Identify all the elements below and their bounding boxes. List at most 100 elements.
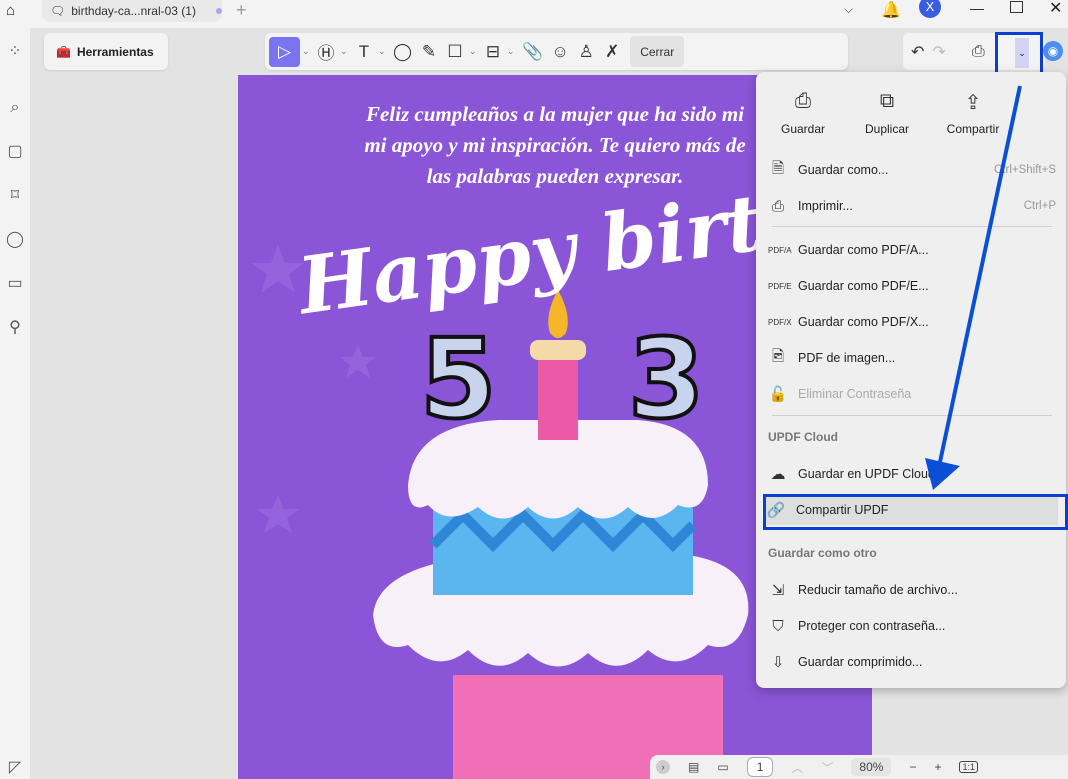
save-as-icon: 🗎 bbox=[771, 159, 785, 177]
tools-button[interactable]: 🧰 Herramientas bbox=[44, 33, 168, 70]
menu-label: Proteger con contraseña... bbox=[798, 619, 946, 633]
shortcut: Ctrl+P bbox=[1023, 200, 1056, 212]
shortcut: Ctrl+Shift+S bbox=[994, 164, 1056, 176]
close-tools-button[interactable]: Cerrar bbox=[630, 36, 685, 67]
layers-download-icon: ⇩ bbox=[771, 654, 785, 671]
compress-icon: ⇲ bbox=[771, 582, 785, 599]
page-number-input[interactable]: 1 bbox=[746, 757, 774, 777]
home-icon[interactable]: ⌂ bbox=[6, 2, 15, 19]
stamp-tool[interactable]: ♙ bbox=[574, 37, 598, 67]
zoom-out-icon[interactable]: − bbox=[909, 760, 916, 774]
close-button[interactable]: ✕ bbox=[1049, 0, 1062, 18]
age-digit-left: 5 bbox=[418, 313, 499, 445]
menu-item-save-as[interactable]: 🗎 Guardar como... Ctrl+Shift+S bbox=[768, 155, 1056, 185]
redo-icon[interactable]: ↷ bbox=[932, 42, 945, 62]
printer-icon: ⎙ bbox=[771, 197, 784, 215]
menu-label: Guardar como... bbox=[798, 163, 889, 177]
shield-lock-icon: ⛉ bbox=[772, 617, 784, 635]
save-dropdown-button[interactable]: ⌄ bbox=[1015, 38, 1029, 68]
highlight-tool[interactable]: Ⓗ bbox=[314, 37, 338, 67]
attachments-panel-icon[interactable]: ▭ bbox=[5, 274, 25, 294]
attach-tool[interactable]: 📎 bbox=[519, 37, 546, 67]
select-tool[interactable]: ▷ bbox=[269, 36, 300, 67]
unlock-icon: 🔓 bbox=[768, 386, 788, 403]
menu-label: Reducir tamaño de archivo... bbox=[798, 583, 958, 597]
next-page-icon[interactable]: ﹀ bbox=[821, 759, 833, 776]
expand-icon[interactable]: › bbox=[656, 760, 670, 774]
pencil-tool[interactable]: ✎ bbox=[417, 37, 441, 67]
paperclip-icon[interactable]: ⚲ bbox=[5, 318, 25, 338]
duplicate-icon: ⧉ bbox=[879, 90, 895, 112]
avatar[interactable]: X bbox=[919, 0, 941, 18]
bookmark-icon[interactable]: ⌑ bbox=[5, 186, 25, 206]
chevron-down-icon[interactable]: ⌄ bbox=[378, 46, 388, 57]
text-tool[interactable]: T bbox=[352, 37, 376, 67]
menu-item-protect-password[interactable]: ⛉ Proteger con contraseña... bbox=[768, 611, 1056, 641]
chevron-down-icon[interactable]: ⌄ bbox=[340, 46, 350, 57]
menu-item-save-cloud[interactable]: ☁ Guardar en UPDF Cloud bbox=[768, 459, 1056, 489]
shape-tool[interactable]: ☐ bbox=[443, 37, 467, 67]
comments-icon[interactable]: ◯ bbox=[5, 230, 25, 250]
minimize-button[interactable]: — bbox=[970, 0, 984, 16]
undo-icon[interactable]: ↶ bbox=[911, 42, 924, 62]
menu-item-image-pdf[interactable]: 🖻 PDF de imagen... bbox=[768, 343, 1056, 373]
menu-item-pdfx[interactable]: PDF/X Guardar como PDF/X... bbox=[768, 307, 1056, 337]
save-icon: ⎙ bbox=[795, 90, 811, 112]
menu-label: PDF de imagen... bbox=[798, 351, 896, 365]
document-tab[interactable]: 🗨 birthday-ca...nral-03 (1) bbox=[42, 0, 222, 22]
pages-icon[interactable]: ▢ bbox=[5, 142, 25, 162]
pdfx-icon: PDF/X bbox=[768, 317, 792, 327]
share-icon: ⇪ bbox=[964, 92, 982, 114]
menu-label: Guardar como PDF/X... bbox=[798, 315, 929, 329]
signature-tool[interactable]: ✗ bbox=[600, 37, 624, 67]
maximize-button[interactable] bbox=[1010, 1, 1023, 13]
chevron-down-icon[interactable]: ⌄ bbox=[302, 46, 312, 57]
menu-label: Guardar como PDF/A... bbox=[798, 243, 929, 257]
unsaved-dot bbox=[215, 8, 222, 14]
new-tab-button[interactable]: + bbox=[236, 0, 247, 21]
save-icon[interactable]: ⎙ bbox=[972, 43, 985, 61]
prev-page-icon[interactable]: ︿ bbox=[791, 759, 803, 776]
menu-item-remove-password[interactable]: 🔓 Eliminar Contraseña bbox=[768, 379, 1056, 409]
layers-icon[interactable]: ◸ bbox=[5, 758, 25, 778]
pdfe-icon: PDF/E bbox=[768, 281, 792, 291]
quick-label: Guardar bbox=[780, 122, 826, 136]
menu-item-pdfe[interactable]: PDF/E Guardar como PDF/E... bbox=[768, 271, 1056, 301]
image-pdf-icon: 🖻 bbox=[771, 347, 785, 365]
actual-size-button[interactable]: 1:1 bbox=[959, 761, 978, 773]
menu-label: Guardar como PDF/E... bbox=[798, 279, 929, 293]
apps-icon[interactable]: ⁘ bbox=[5, 42, 25, 62]
ai-assistant-icon[interactable]: ◉ bbox=[1043, 41, 1063, 61]
section-save-other: Guardar como otro bbox=[768, 546, 877, 560]
zoom-in-icon[interactable]: + bbox=[934, 760, 941, 774]
measure-tool[interactable]: ⊟ bbox=[481, 37, 505, 67]
menu-item-pdfa[interactable]: PDF/A Guardar como PDF/A... bbox=[768, 235, 1056, 265]
menu-item-save-compressed[interactable]: ⇩ Guardar comprimido... bbox=[768, 647, 1056, 677]
divider bbox=[772, 415, 1052, 416]
zoom-level[interactable]: 80% bbox=[851, 758, 892, 776]
annotation-toolbar: ▷ ⌄ Ⓗ ⌄ T ⌄ ◯ ✎ ☐ ⌄ ⊟ ⌄ 📎 ☺ ♙ ✗ Cerrar bbox=[265, 33, 848, 70]
quick-share-button[interactable]: ⇪ Compartir bbox=[928, 90, 1018, 136]
age-digit-right: 3 bbox=[626, 313, 707, 445]
toolbox-icon: 🧰 bbox=[56, 44, 71, 59]
quick-label: Compartir bbox=[946, 122, 1000, 136]
pdfa-icon: PDF/A bbox=[768, 245, 792, 255]
menu-item-reduce-size[interactable]: ⇲ Reducir tamaño de archivo... bbox=[768, 575, 1056, 605]
presentation-icon[interactable]: ▭ bbox=[717, 760, 728, 774]
sticker-tool[interactable]: ☺ bbox=[548, 37, 572, 67]
chevron-down-icon[interactable]: ⌄ bbox=[507, 46, 517, 57]
title-bar: ⌂ 🗨 birthday-ca...nral-03 (1) + ⌵ 🔔 X — ✕ bbox=[0, 0, 1068, 28]
bell-icon[interactable]: 🔔 bbox=[881, 0, 901, 20]
chevron-down-icon[interactable]: ⌵ bbox=[844, 2, 853, 17]
comment-tool[interactable]: ◯ bbox=[390, 37, 415, 67]
menu-item-print[interactable]: ⎙ Imprimir... Ctrl+P bbox=[768, 191, 1056, 221]
chevron-down-icon[interactable]: ⌄ bbox=[469, 46, 479, 57]
search-icon[interactable]: ⌕ bbox=[5, 98, 25, 118]
reading-mode-icon[interactable]: ▤ bbox=[688, 760, 699, 774]
menu-label: Guardar comprimido... bbox=[798, 655, 923, 669]
quick-duplicate-button[interactable]: ⧉ Duplicar bbox=[842, 90, 932, 136]
share-updf-highlight bbox=[763, 494, 1068, 530]
comment-icon: 🗨 bbox=[50, 4, 66, 18]
quick-save-button[interactable]: ⎙ Guardar bbox=[758, 90, 848, 136]
menu-label: Guardar en UPDF Cloud bbox=[798, 467, 935, 481]
